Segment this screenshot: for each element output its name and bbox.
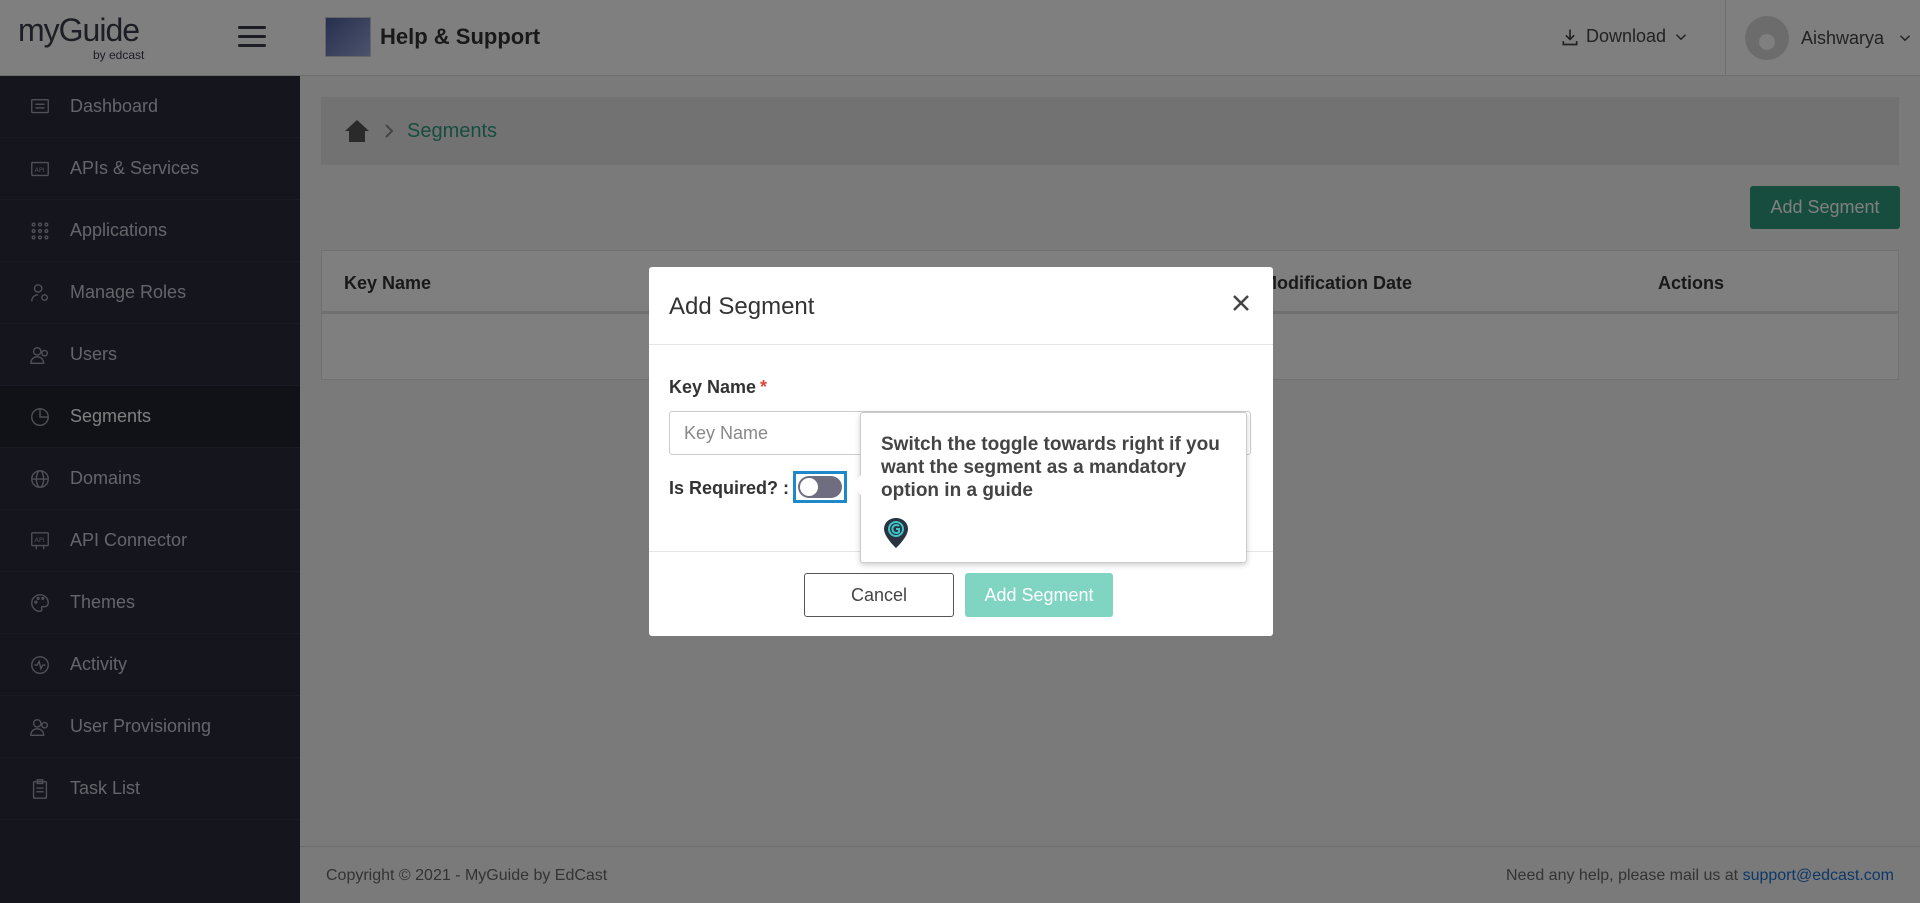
submit-add-segment-button[interactable]: Add Segment — [965, 573, 1113, 617]
toggle-track — [798, 476, 842, 498]
is-required-toggle[interactable] — [793, 471, 847, 503]
close-icon[interactable] — [1229, 291, 1253, 315]
myguide-pin-icon — [884, 518, 908, 548]
modal-title: Add Segment — [669, 293, 815, 320]
cancel-button[interactable]: Cancel — [804, 573, 954, 617]
modal-footer: Cancel Add Segment — [649, 551, 1273, 636]
required-asterisk: * — [760, 377, 768, 397]
guide-tooltip: Switch the toggle towards right if you w… — [851, 412, 1247, 563]
tooltip-text: Switch the toggle towards right if you w… — [881, 434, 1220, 501]
key-name-label: Key Name * — [669, 377, 767, 398]
modal-header: Add Segment — [649, 267, 1273, 345]
is-required-label: Is Required? : — [669, 478, 790, 498]
toggle-knob — [800, 478, 818, 496]
key-name-label-text: Key Name — [669, 377, 757, 397]
